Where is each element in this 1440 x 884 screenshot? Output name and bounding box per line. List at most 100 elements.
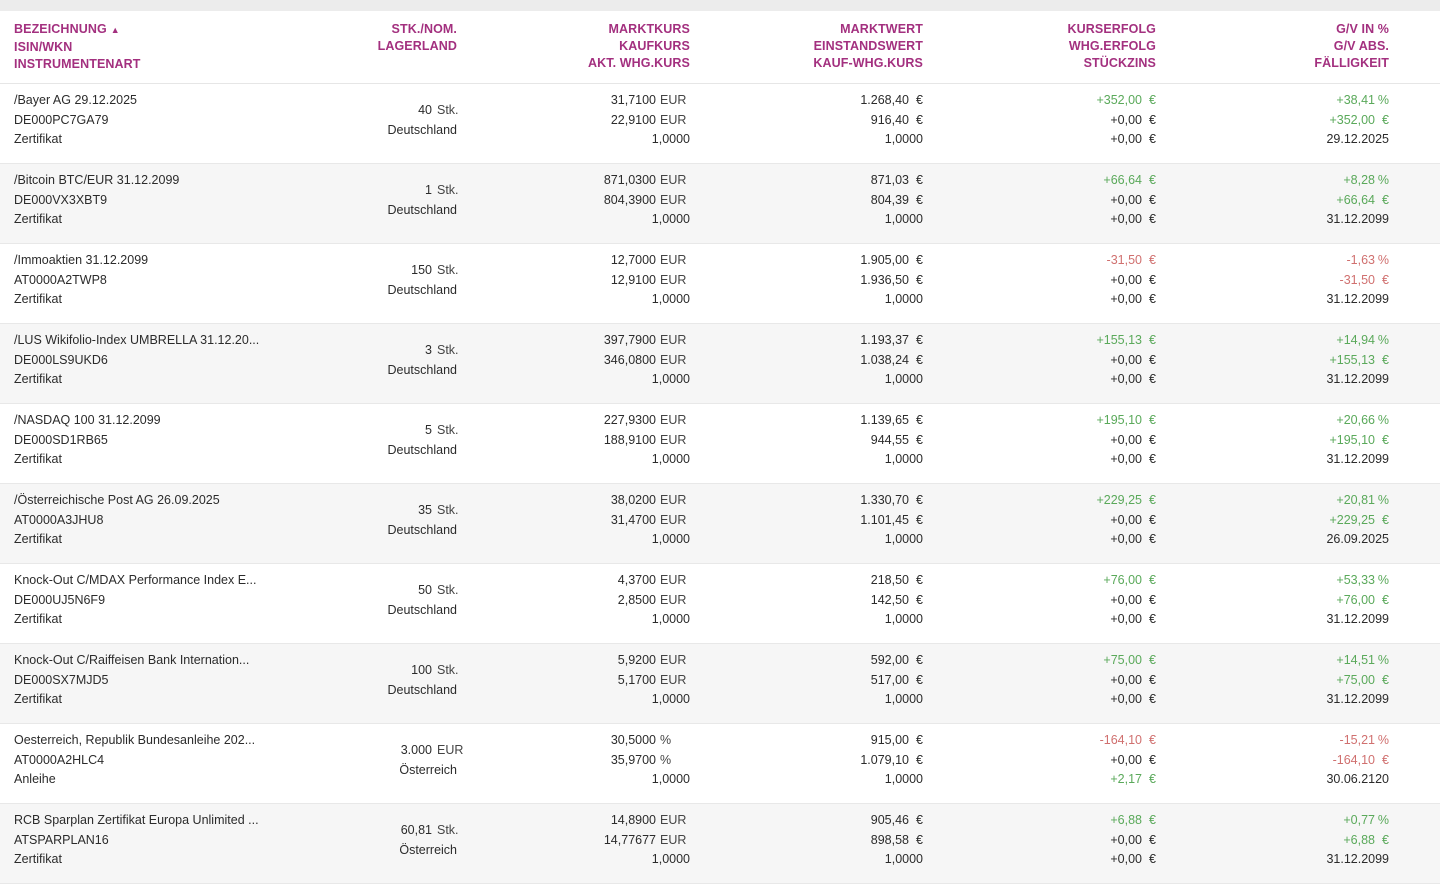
gv-absolute: +229,25 — [1329, 512, 1375, 527]
header-col-perf[interactable]: KURSERFOLG WHG.ERFOLG STÜCKZINS — [1068, 21, 1157, 72]
header-sort-label[interactable]: BEZEICHNUNG — [14, 22, 107, 36]
table-row[interactable]: /LUS Wikifolio-Index UMBRELLA 31.12.20..… — [0, 324, 1440, 404]
quantity-unit: Stk. — [437, 663, 459, 677]
quantity-unit: Stk. — [437, 583, 459, 597]
instrument-name[interactable]: /LUS Wikifolio-Index UMBRELLA 31.12.20..… — [14, 331, 259, 351]
sort-up-icon[interactable]: ▲ — [111, 25, 120, 35]
header-perf-label[interactable]: KURSERFOLG — [1068, 21, 1157, 38]
header-market-price-label[interactable]: MARKTKURS — [588, 21, 690, 38]
fx-performance: +0,00 — [1110, 352, 1142, 367]
value-cell: 1.905,00 € 1.936,50 € 1,0000 — [860, 253, 923, 306]
instrument-name[interactable]: Knock-Out C/MDAX Performance Index E... — [14, 571, 256, 591]
storage-country: Deutschland — [387, 602, 458, 617]
instrument-name[interactable]: /Bitcoin BTC/EUR 31.12.2099 — [14, 171, 179, 191]
header-fx-label[interactable]: AKT. WHG.KURS — [588, 55, 690, 72]
header-col-price[interactable]: MARKTKURS KAUFKURS AKT. WHG.KURS — [588, 21, 690, 72]
instrument-name[interactable]: /Österreichische Post AG 26.09.2025 — [14, 491, 220, 511]
fx-rate: 1,0000 — [651, 292, 690, 306]
gv-absolute: +66,64 — [1336, 192, 1375, 207]
gv-percent: +8,28 — [1343, 173, 1375, 187]
header-maturity-label[interactable]: FÄLLIGKEIT — [1314, 55, 1389, 72]
instrument-name[interactable]: /Bayer AG 29.12.2025 — [14, 91, 137, 111]
buy-price-unit: EUR — [660, 672, 687, 687]
fx-rate: 1,0000 — [651, 852, 690, 866]
header-type-label[interactable]: INSTRUMENTENART — [14, 56, 141, 73]
quantity-value: 150 — [411, 263, 432, 277]
header-buy-fx-label[interactable]: KAUF-WHG.KURS — [813, 55, 923, 72]
price-cell: 30,5000% 35,9700% 1,0000 — [611, 731, 690, 790]
buy-price: 804,3900 — [603, 192, 656, 207]
header-cost-label[interactable]: EINSTANDSWERT — [813, 38, 923, 55]
header-gv-pct-label[interactable]: G/V IN % — [1314, 21, 1389, 38]
instrument-isin: DE000PC7GA79 — [14, 112, 109, 127]
header-gv-abs-label[interactable]: G/V ABS. — [1314, 38, 1389, 55]
gv-percent: +14,51 — [1336, 653, 1375, 667]
quantity-value: 35 — [418, 503, 432, 517]
accrued-interest: +0,00 — [1110, 452, 1142, 466]
buy-fx-rate: 1,0000 — [884, 212, 923, 226]
instrument-isin: ATSPARPLAN16 — [14, 832, 109, 847]
qty-cell: 60,81 Stk. Österreich — [399, 821, 458, 860]
quantity-unit: EUR — [437, 743, 464, 757]
quantity-unit: Stk. — [437, 503, 459, 517]
quantity-unit: Stk. — [437, 183, 459, 197]
storage-country: Deutschland — [387, 282, 458, 297]
storage-country: Österreich — [399, 762, 457, 777]
header-fx-perf-label[interactable]: WHG.ERFOLG — [1068, 38, 1157, 55]
buy-fx-rate: 1,0000 — [884, 692, 923, 706]
buy-price: 12,9100 — [610, 272, 656, 287]
cost-value: 142,50 — [870, 592, 909, 607]
maturity-date: 31.12.2099 — [1326, 372, 1389, 386]
market-price: 31,7100 — [610, 93, 656, 107]
price-cell: 397,7900 EUR 346,0800 EUR 1,0000 — [604, 331, 690, 390]
gv-percent: -15,21 — [1339, 733, 1375, 747]
buy-fx-rate: 1,0000 — [884, 452, 923, 466]
instrument-isin: DE000LS9UKD6 — [14, 352, 108, 367]
storage-country: Deutschland — [387, 522, 458, 537]
cost-value: 1.038,24 — [860, 352, 909, 367]
header-buy-price-label[interactable]: KAUFKURS — [588, 38, 690, 55]
header-country-label[interactable]: LAGERLAND — [378, 38, 457, 55]
table-row[interactable]: /Österreichische Post AG 26.09.2025 AT00… — [0, 484, 1440, 564]
header-qty-label[interactable]: STK./NOM. — [378, 21, 457, 38]
header-market-value-label[interactable]: MARKTWERT — [813, 21, 923, 38]
buy-price: 35,9700 — [610, 752, 656, 767]
market-value: 871,03 — [870, 173, 909, 187]
table-header: BEZEICHNUNG ▲ ISIN/WKN INSTRUMENTENART ST… — [0, 11, 1440, 84]
table-row[interactable]: Knock-Out C/Raiffeisen Bank Internation.… — [0, 644, 1440, 724]
perf-cell: -164,10 € +0,00 € +2,17 € — [1099, 733, 1156, 786]
perf-cell: -31,50 € +0,00 € +0,00 € — [1106, 253, 1156, 306]
instrument-name[interactable]: Knock-Out C/Raiffeisen Bank Internation.… — [14, 651, 249, 671]
instrument-name[interactable]: /Immoaktien 31.12.2099 — [14, 251, 148, 271]
header-col-value[interactable]: MARKTWERT EINSTANDSWERT KAUF-WHG.KURS — [813, 21, 923, 72]
price-cell: 227,9300 EUR 188,9100 EUR 1,0000 — [604, 411, 690, 470]
fx-performance: +0,00 — [1110, 112, 1142, 127]
table-row[interactable]: Knock-Out C/MDAX Performance Index E... … — [0, 564, 1440, 644]
gv-absolute: -31,50 — [1339, 272, 1375, 287]
header-col-qty[interactable]: STK./NOM. LAGERLAND — [378, 21, 457, 55]
fx-rate: 1,0000 — [651, 772, 690, 786]
table-row[interactable]: /Immoaktien 31.12.2099 AT0000A2TWP8 Zert… — [0, 244, 1440, 324]
table-row[interactable]: Oesterreich, Republik Bundesanleihe 202.… — [0, 724, 1440, 804]
gv-absolute: +6,88 — [1343, 832, 1375, 847]
header-accrued-label[interactable]: STÜCKZINS — [1068, 55, 1157, 72]
instrument-name[interactable]: RCB Sparplan Zertifikat Europa Unlimited… — [14, 811, 259, 831]
table-row[interactable]: RCB Sparplan Zertifikat Europa Unlimited… — [0, 804, 1440, 884]
table-row[interactable]: /NASDAQ 100 31.12.2099 DE000SD1RB65 Zert… — [0, 404, 1440, 484]
header-isin-label[interactable]: ISIN/WKN — [14, 39, 141, 56]
perf-cell: +229,25 € +0,00 € +0,00 € — [1096, 493, 1156, 546]
cost-value: 1.079,10 — [860, 752, 909, 767]
quantity-unit: Stk. — [437, 343, 459, 357]
name-cell: /Bitcoin BTC/EUR 31.12.2099 DE000VX3XBT9… — [14, 171, 179, 230]
storage-country: Deutschland — [387, 442, 458, 457]
gv-percent: +53,33 — [1336, 573, 1375, 587]
header-col-gv[interactable]: G/V IN % G/V ABS. FÄLLIGKEIT — [1314, 21, 1389, 72]
instrument-name[interactable]: /NASDAQ 100 31.12.2099 — [14, 411, 161, 431]
cost-value: 898,58 — [870, 832, 909, 847]
header-col-name[interactable]: BEZEICHNUNG ▲ ISIN/WKN INSTRUMENTENART — [14, 21, 141, 73]
table-row[interactable]: /Bitcoin BTC/EUR 31.12.2099 DE000VX3XBT9… — [0, 164, 1440, 244]
instrument-name[interactable]: Oesterreich, Republik Bundesanleihe 202.… — [14, 731, 255, 751]
table-row[interactable]: /Bayer AG 29.12.2025 DE000PC7GA79 Zertif… — [0, 84, 1440, 164]
buy-price-unit: EUR — [660, 272, 687, 287]
gv-cell: +20,81% +229,25 € 26.09.2025 — [1326, 491, 1389, 550]
